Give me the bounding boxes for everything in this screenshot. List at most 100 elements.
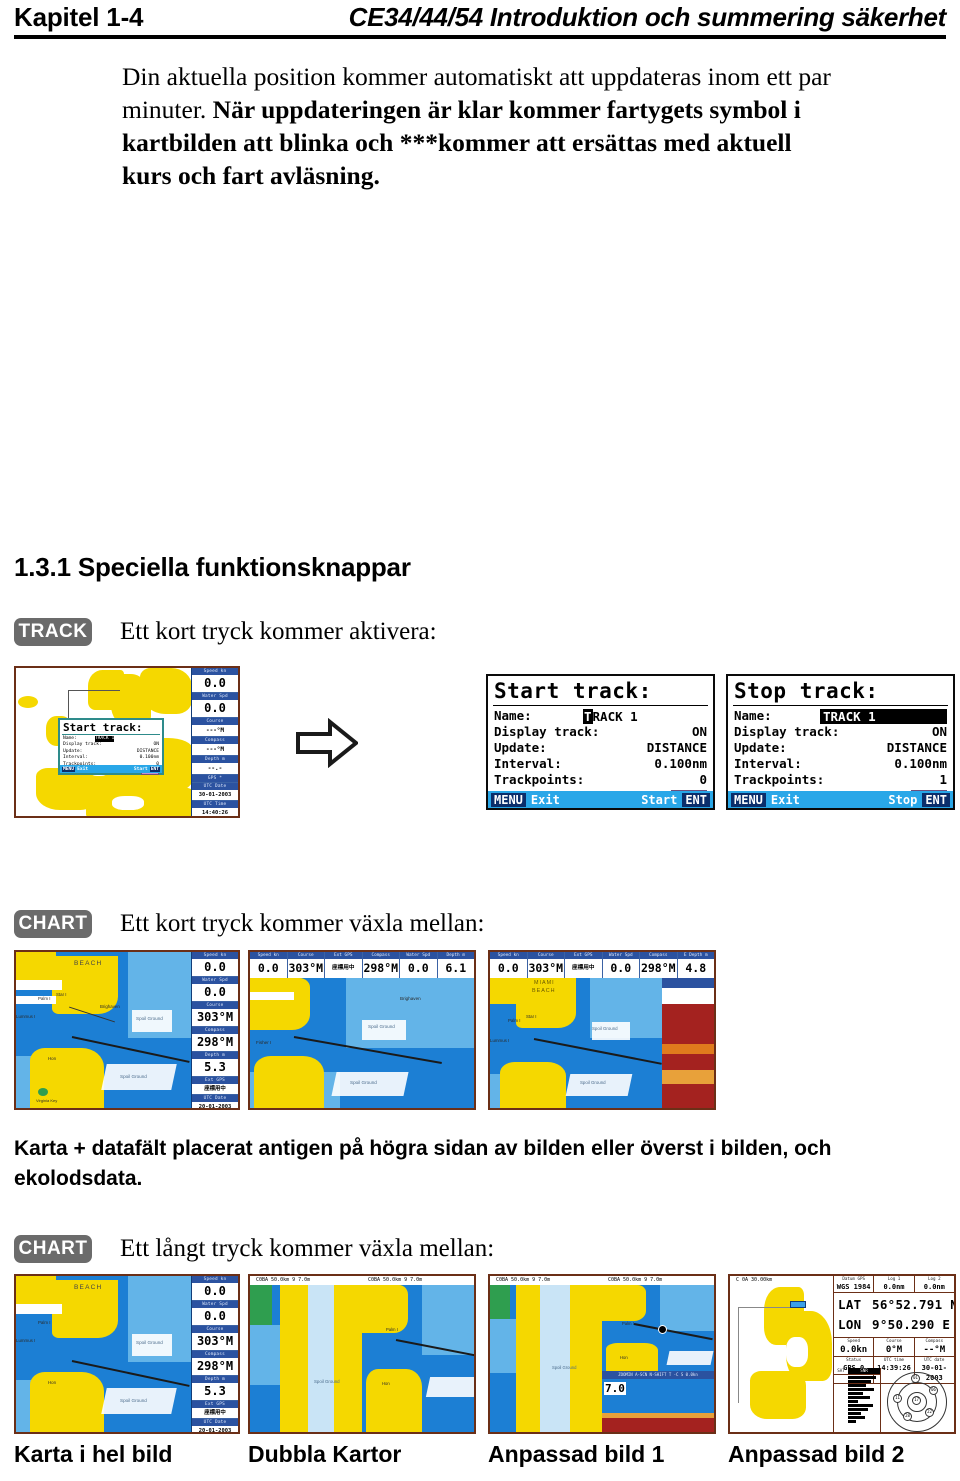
data-column-chart-a: Speed kn 0.0 Water Spd 0.0 Course 303°M … [191,952,238,1108]
stop-footer-exit-label[interactable]: Exit [771,793,800,807]
data-value-course: ---°M [192,725,238,736]
data-label-d-depth: Depth m [192,1376,238,1383]
stop-footer-menu-key[interactable]: MENU [731,792,766,807]
dialog-stop-track[interactable]: Stop track: Name: TRACK 1 Display track:… [726,674,955,810]
chart-c-canvas: MIAMI BEACH Spoil Ground Spoil Ground Lu… [490,978,662,1108]
chart-a-channel-1 [16,980,62,990]
sky-sat-dot: 28 [903,1412,912,1421]
inline-footer-action[interactable]: Start [134,767,148,772]
chart-d-land-south [30,1372,104,1432]
start-row-display[interactable]: Display track: ON [488,724,713,740]
start-row-trackpoints[interactable]: Trackpoints: 0 [488,772,713,788]
data-bar-value-course: 303°M [288,961,324,975]
stop-dialog-divider [733,705,948,706]
data-cell-d-extgps: Ext GPS 座標用中 [192,1401,238,1419]
dual-right-land-s [366,1369,422,1432]
key-track-button[interactable]: TRACK [14,618,92,646]
note-line-1: Karta + datafält placerat antigen på hög… [14,1137,832,1160]
chart-a-label-spoil-1: Spoil Ground [136,1016,163,1021]
data-value-utc-time: 14:40:26 [192,808,238,816]
chart-b-channel [250,992,294,1000]
custom1-right-pane[interactable]: C0BA 50.0km 9 7.0m Palm I Hon ZOOMIN A-S… [602,1276,714,1432]
dialog-start-track[interactable]: Start track: Name: TRACK 1 Display track… [486,674,715,810]
screenshot-chart-top-datafield: Speed kn 0.0 Course 303°M Ext GPS 座標用中 C… [248,950,476,1110]
gps-cell-log2: Log 2 0.0nm [915,1276,954,1292]
inline-footer-ent-key[interactable]: ENT [149,766,160,772]
data-value-d-course: 303°M [192,1333,238,1350]
data-value-compass: ---°M [192,744,238,755]
key-chart-long-button[interactable]: CHART [14,1235,92,1263]
chart-b-land-nw [250,978,310,1030]
start-footer-ent-key[interactable]: ENT [682,792,710,807]
start-row-interval[interactable]: Interval: 0.100nm [488,756,713,772]
custom1-left-land-2 [570,1285,602,1432]
gps-value-speed: 0.0kn [840,1345,868,1355]
stop-name-field[interactable]: TRACK 1 [820,708,947,724]
stop-name-label: Name: [734,708,772,723]
start-row-update[interactable]: Update: DISTANCE [488,740,713,756]
chart-c-spoil-ground-2 [565,1074,633,1096]
chart-d-label-beach: BEACH [74,1284,103,1291]
dual-left-canvas: Spoil Ground [250,1285,362,1432]
data-label-a-water: Water Spd [192,977,238,984]
start-display-value: ON [691,724,707,739]
chart-c-spoil-ground-1 [592,1022,630,1040]
data-bar-echo-value-speed: 0.0 [497,961,519,975]
gps-chart-pane[interactable]: C 0A 30.00km [730,1276,834,1432]
data-value-speed: 0.0 [192,675,238,692]
stop-footer-ent-key[interactable]: ENT [922,792,950,807]
stop-row-interval[interactable]: Interval: 0.100nm [728,756,953,772]
dual-left-zoom-text: C0BA 50.0km 9 7.0m [256,1277,311,1283]
data-bar-label-extgps: Ext GPS [325,952,362,959]
inline-footer-exit[interactable]: Exit [77,767,88,772]
dual-right-label-hon: Hon [382,1381,390,1386]
start-footer-exit-label[interactable]: Exit [531,793,560,807]
data-value-depth: --.- [192,763,238,774]
start-footer-menu-key[interactable]: MENU [491,792,526,807]
inline-footer-menu-key[interactable]: MENU [62,766,76,772]
custom1-right-land-n [602,1285,646,1321]
chart-b-land-sw [254,1056,324,1108]
data-value-a-compass: 298°M [192,1034,238,1051]
start-row-name[interactable]: Name: TRACK 1 [488,708,713,724]
stop-update-value: DISTANCE [886,740,947,755]
gps-snr-chart: SAT SNR [834,1368,881,1432]
chart-a-label-hon: Hon [48,1056,57,1061]
chart-c-land-s [500,1062,566,1108]
key-chart-short-button[interactable]: CHART [14,910,92,938]
sat-bar [848,1396,870,1399]
custom1-left-label-spoil: Spoil Ground [552,1365,577,1370]
stop-row-update[interactable]: Update: DISTANCE [728,740,953,756]
track-row-text: Ett kort tryck kommer aktivera: [120,618,437,645]
inline-start-track-dialog[interactable]: Start track: Name: TRACK 1 Display track… [58,718,164,776]
data-bar-echo: Speed kn 0.0 Course 303°M Ext GPS 座標用中 W… [490,952,714,979]
stop-interval-value: 0.100nm [894,756,947,771]
sat-bar [848,1384,866,1387]
data-bar-label-course: Course [287,952,324,959]
caption-full-chart: Karta i hel bild [14,1441,173,1467]
dual-chart-right-pane[interactable]: C0BA 50.0km 9 7.0m Palm I Hon [362,1276,474,1432]
stop-row-name[interactable]: Name: TRACK 1 [728,708,953,724]
start-name-field[interactable]: TRACK 1 [580,708,641,724]
chart-b-label-brighaven: Brighaven [400,996,421,1001]
dual-chart-left-pane[interactable]: C0BA 50.0km 9 7.0m Spoil Ground [250,1276,363,1432]
data-value-a-water: 0.0 [192,984,238,1001]
custom1-left-pane[interactable]: C0BA 50.0km 9 7.0m Spoil Ground [490,1276,603,1432]
start-footer-action-label[interactable]: Start [641,793,677,807]
screenshot-chart-top-datafield-echo: Speed kn 0.0 Course 303°M Ext GPS 座標用中 W… [488,950,716,1110]
data-bar-echo-label-course: Course [527,952,564,959]
data-value-d-depth: 5.3 [192,1383,238,1400]
data-bar-value-extgps: 座標用中 [332,965,355,971]
chart-c-label-palm: Palm I [508,1018,521,1023]
sat-bar [848,1412,861,1415]
stop-row-display[interactable]: Display track: ON [728,724,953,740]
data-label-speed: Speed kn [192,668,238,675]
caption-custom-1: Anpassad bild 1 [488,1441,665,1467]
stop-row-trackpoints[interactable]: Trackpoints: 1 [728,772,953,788]
custom1-right-zoom-text: C0BA 50.0km 9 7.0m [608,1277,663,1283]
stop-footer-action-label[interactable]: Stop [888,793,917,807]
data-cell-a-course: Course 303°M [192,1002,238,1027]
gps-cell-datum: Datum GPS WGS 1984 [834,1276,875,1292]
start-display-label: Display track: [494,724,600,739]
data-bar-echo-cell-edepth: E Depth m 4.8 [677,952,714,978]
